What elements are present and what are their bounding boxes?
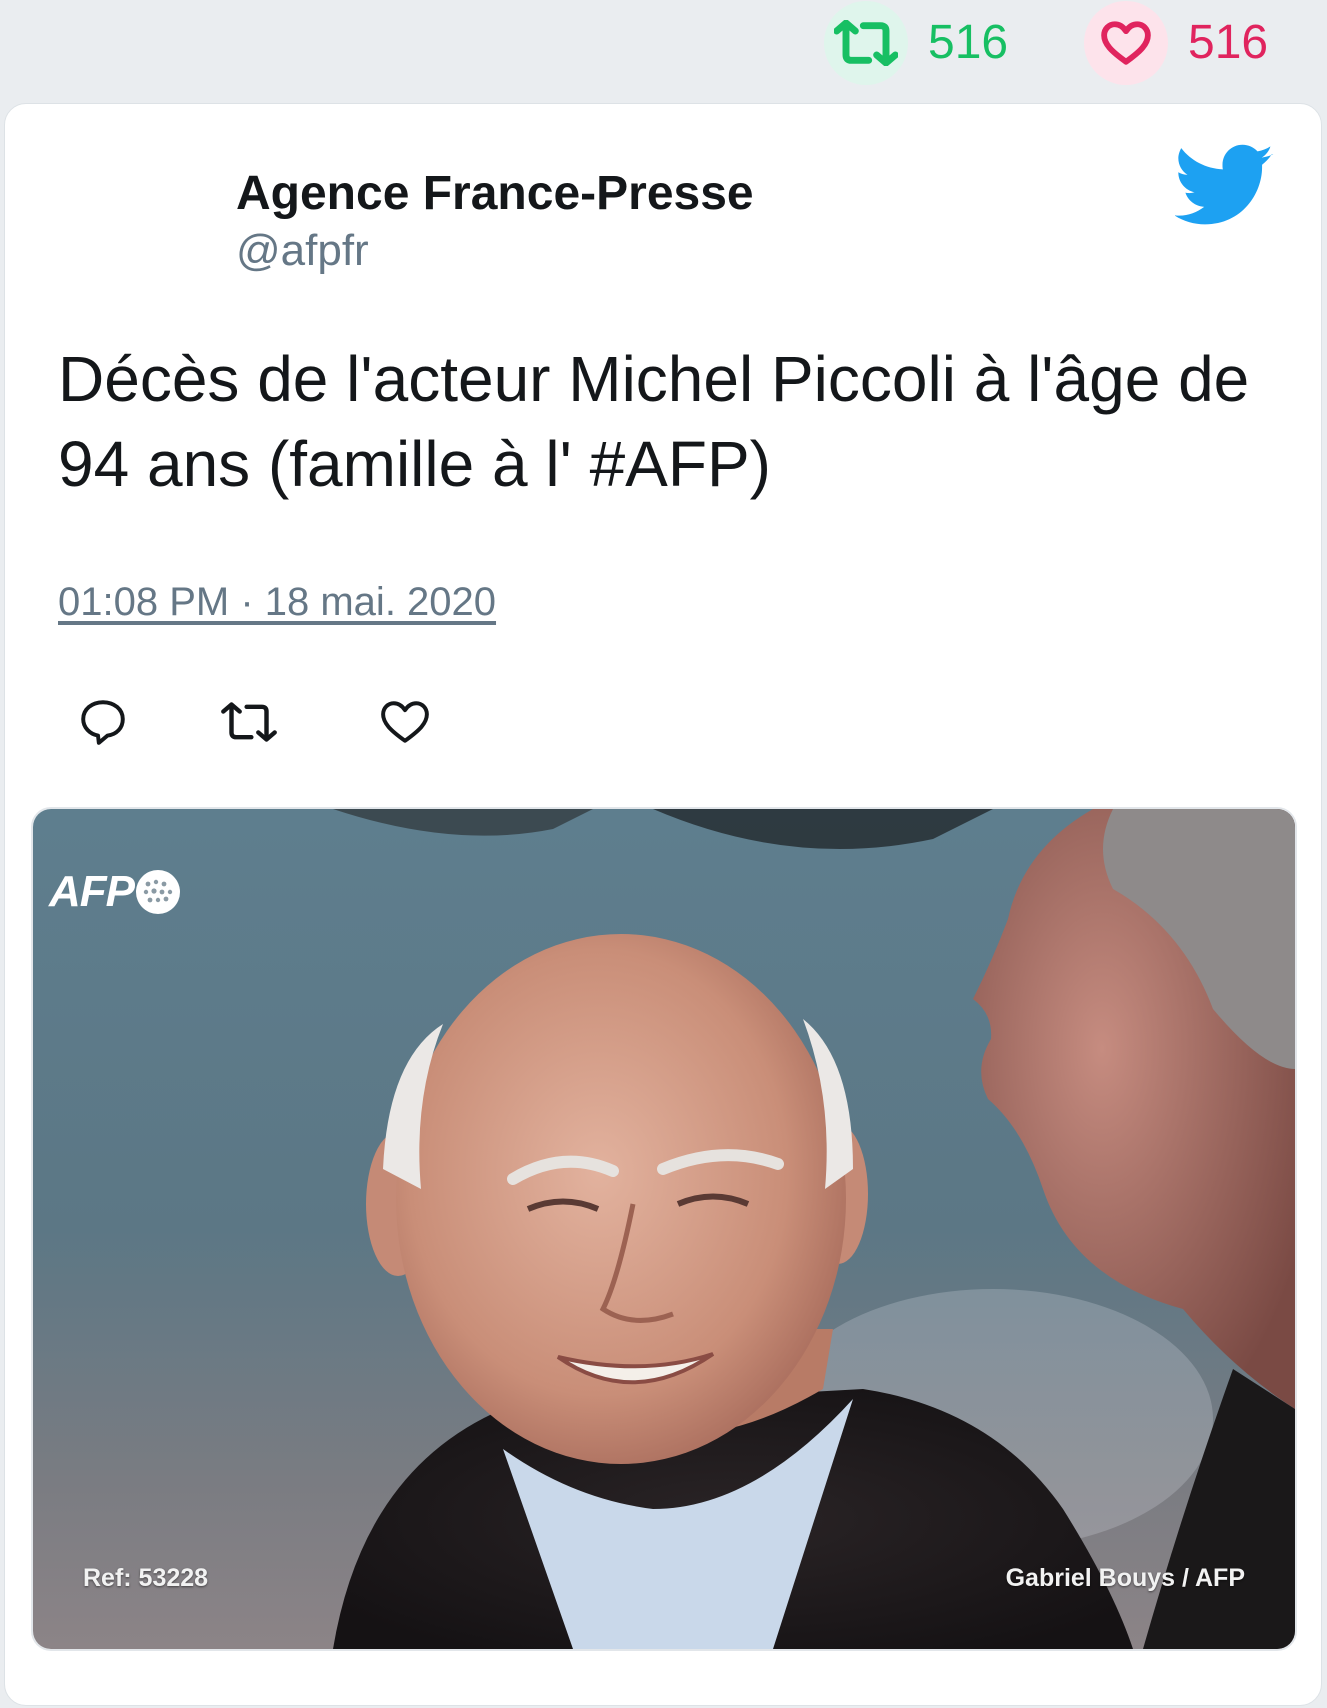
like-count: 516 [1188, 16, 1269, 69]
author-display-name[interactable]: Agence France-Presse [236, 166, 754, 221]
engagement-stats: 516 516 [0, 0, 1327, 100]
retweet-button[interactable] [221, 694, 277, 750]
afp-globe-icon [136, 870, 180, 914]
tweet-card: Agence France-Presse @afpfr Décès de l'a… [4, 103, 1322, 1706]
retweet-stat-icon [824, 1, 908, 85]
like-stat-icon [1084, 1, 1168, 85]
reply-button[interactable] [75, 694, 131, 750]
retweet-count: 516 [928, 16, 1009, 69]
afp-logo: AFP [49, 857, 182, 927]
author-handle[interactable]: @afpfr [236, 226, 369, 276]
twitter-bird-icon[interactable] [1174, 144, 1275, 228]
heart-icon [381, 701, 429, 743]
tweet-media-photo[interactable]: AFP Ref: 53228 Gabriel Bouys / AFP [31, 807, 1297, 1651]
photo-image [33, 809, 1295, 1649]
tweet-text: Décès de l'acteur Michel Piccoli à l'âge… [58, 343, 1250, 500]
tweet-timestamp-link[interactable]: 01:08 PM · 18 mai. 2020 [58, 580, 496, 625]
reply-icon [81, 700, 125, 745]
avatar[interactable] [57, 162, 187, 292]
photo-reference: Ref: 53228 [83, 1564, 209, 1592]
retweet-icon [221, 702, 277, 742]
like-button[interactable] [377, 694, 433, 750]
photo-credit: Gabriel Bouys / AFP [1005, 1564, 1245, 1592]
retweet-stat[interactable]: 516 [824, 0, 1008, 86]
like-stat[interactable]: 516 [1084, 0, 1268, 86]
afp-logo-text: AFP [49, 867, 135, 916]
